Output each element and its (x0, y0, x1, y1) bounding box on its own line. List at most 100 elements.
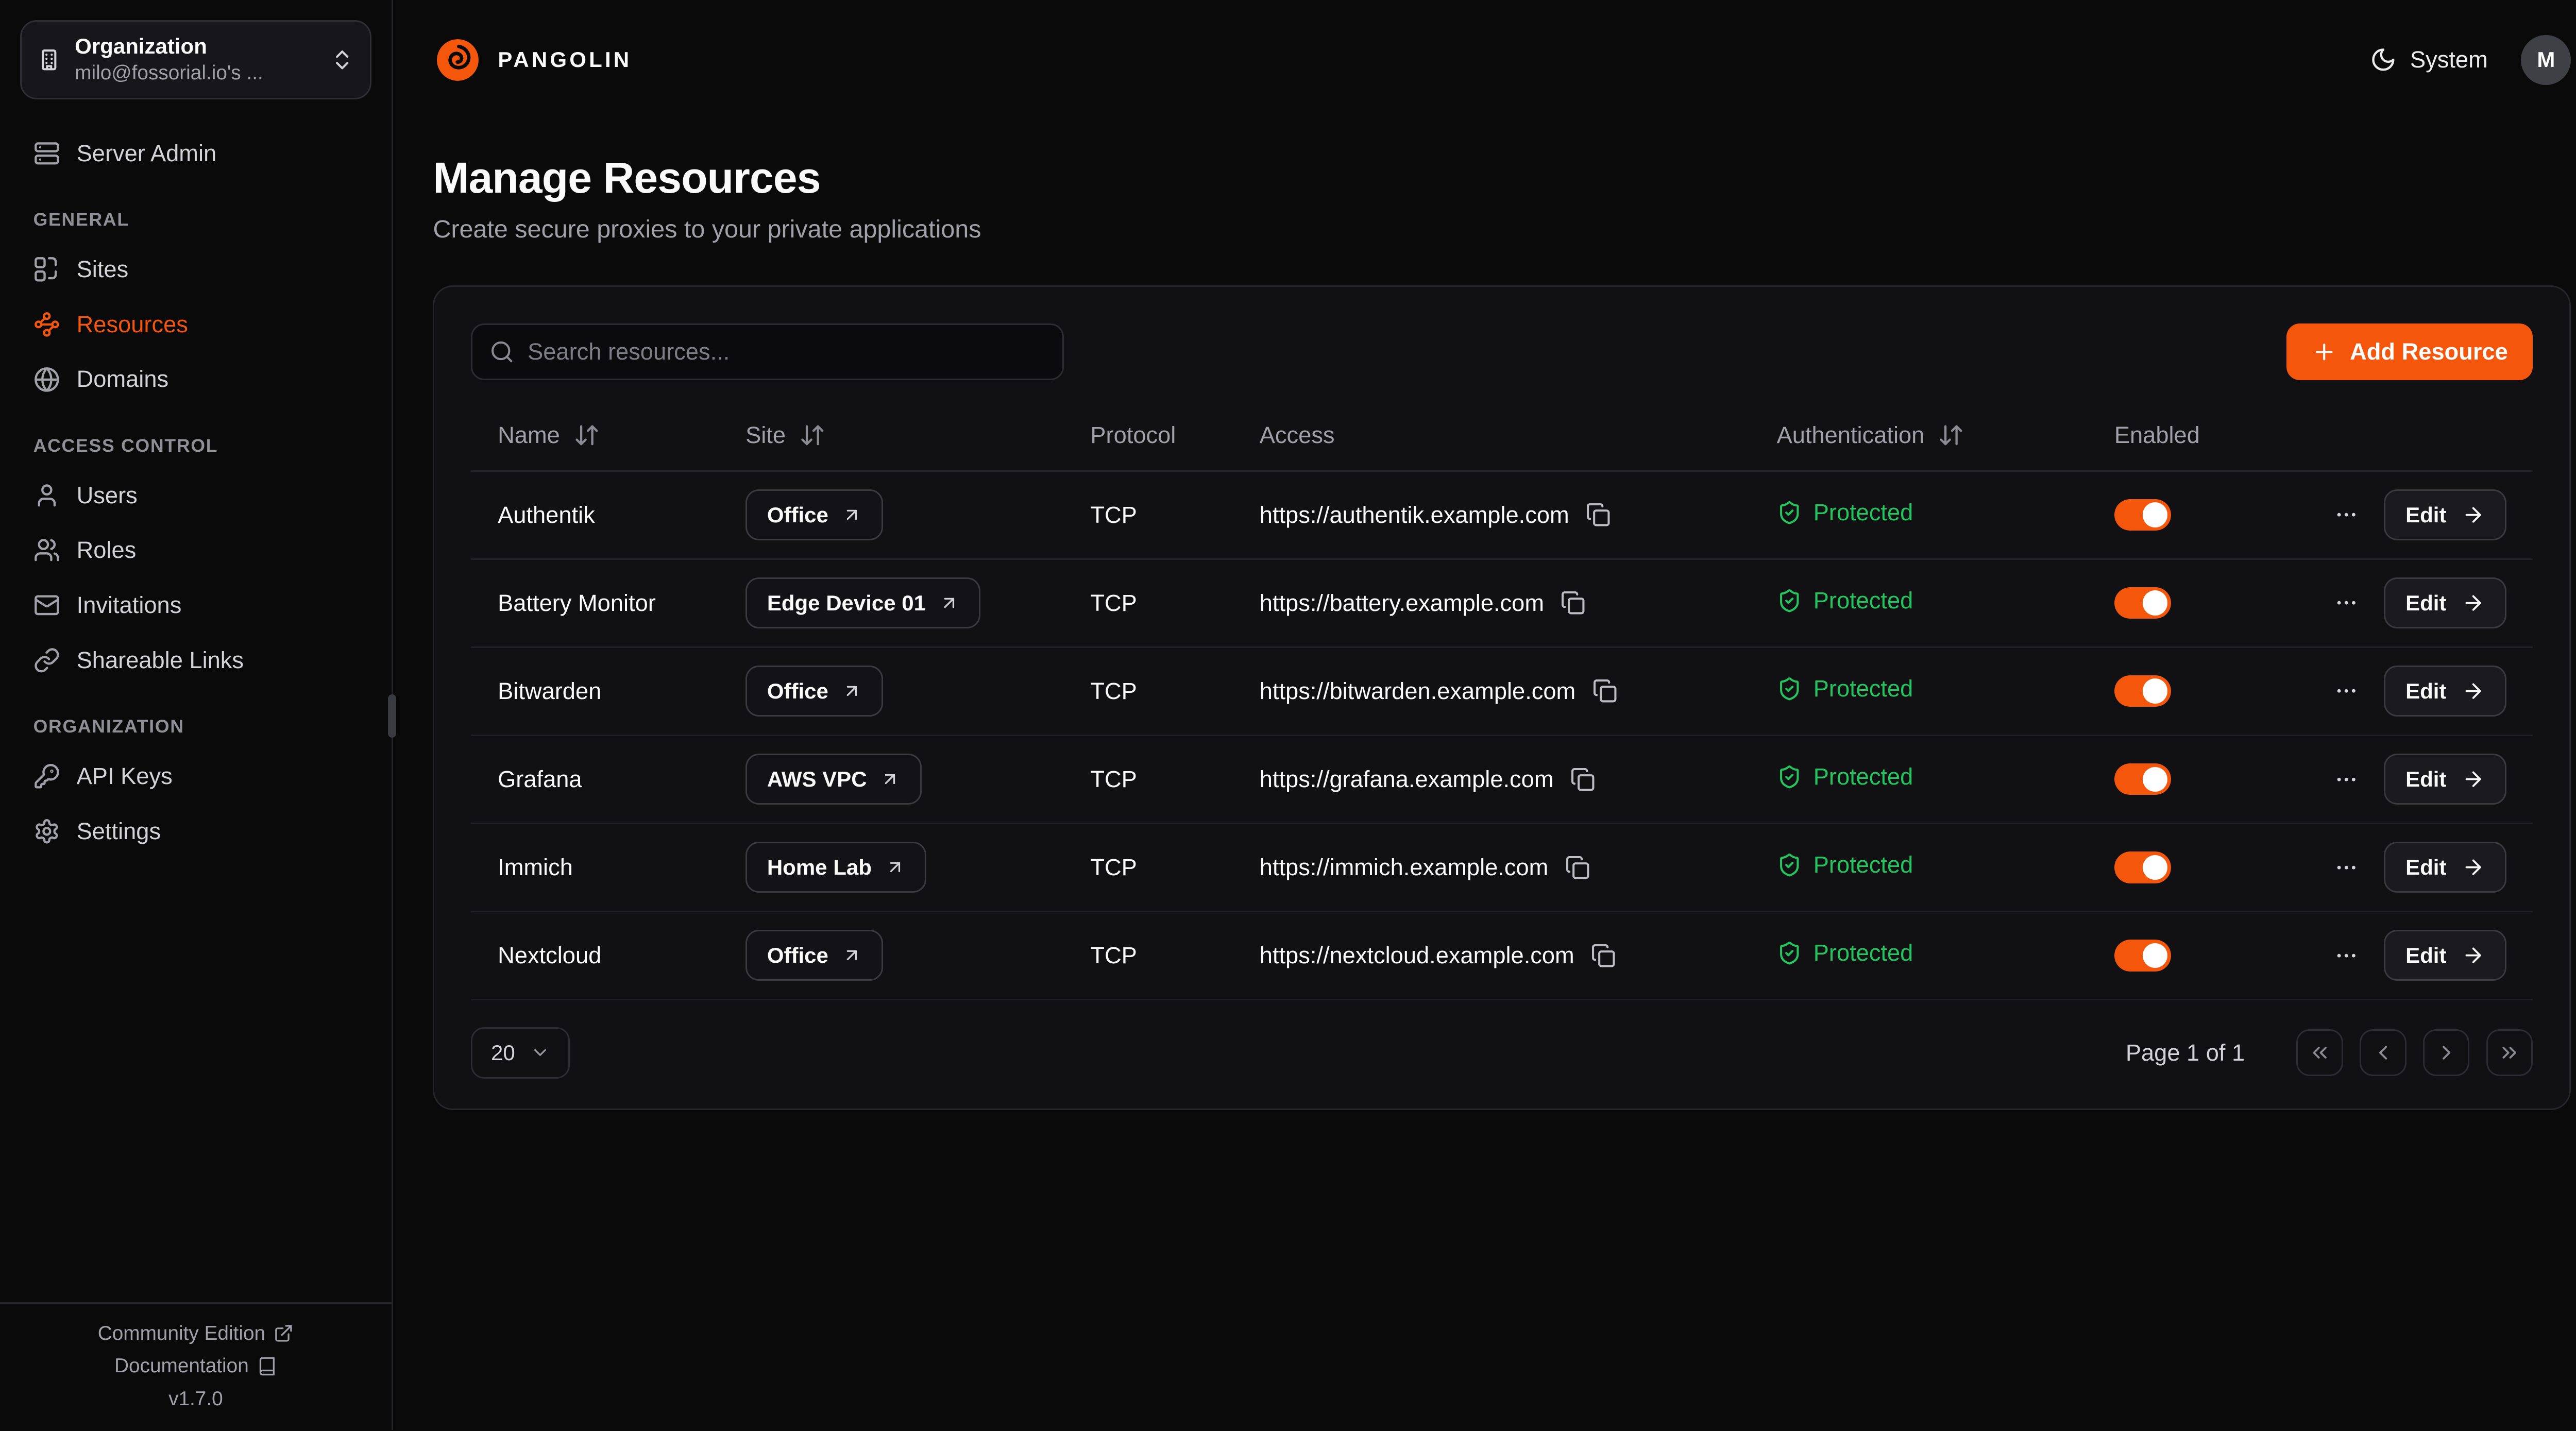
sidebar-resize-handle[interactable] (388, 694, 396, 738)
row-menu-button[interactable] (2331, 587, 2362, 619)
auth-status: Protected (1777, 675, 1913, 702)
ellipsis-icon (2334, 502, 2359, 527)
shield-check-icon (1777, 853, 1802, 877)
enabled-toggle[interactable] (2114, 763, 2171, 795)
sidebar-item-domains[interactable]: Domains (20, 352, 371, 407)
ellipsis-icon (2334, 678, 2359, 703)
copy-url-button[interactable] (1591, 943, 1616, 968)
column-header-protocol: Protocol (1090, 422, 1176, 448)
topbar-right: System M (2370, 35, 2571, 85)
site-link-button[interactable]: Office (745, 666, 883, 717)
edit-button[interactable]: Edit (2384, 489, 2506, 540)
copy-url-button[interactable] (1586, 502, 1611, 527)
arrow-right-icon (2462, 944, 2485, 967)
sidebar-item-resources[interactable]: Resources (20, 297, 371, 352)
sidebar-item-sites[interactable]: Sites (20, 242, 371, 297)
community-edition-link[interactable]: Community Edition (98, 1322, 294, 1345)
first-page-button[interactable] (2296, 1029, 2343, 1076)
copy-icon (1565, 855, 1590, 880)
theme-toggle-button[interactable]: System (2370, 46, 2487, 73)
search-box (471, 323, 1064, 380)
access-url: https://nextcloud.example.com (1260, 942, 1574, 969)
site-link-button[interactable]: Office (745, 489, 883, 540)
sidebar-item-label: Server Admin (77, 140, 217, 167)
edit-button[interactable]: Edit (2384, 577, 2506, 628)
chevrons-up-down-icon (330, 47, 354, 72)
edit-button[interactable]: Edit (2384, 842, 2506, 893)
enabled-toggle[interactable] (2114, 587, 2171, 619)
documentation-link[interactable]: Documentation (114, 1355, 277, 1377)
gear-icon (33, 818, 60, 845)
page-size-value: 20 (491, 1041, 515, 1065)
row-menu-button[interactable] (2331, 940, 2362, 971)
sidebar-item-roles[interactable]: Roles (20, 523, 371, 578)
edit-label: Edit (2405, 679, 2446, 704)
table-footer: 20 Page 1 of 1 (471, 1027, 2533, 1079)
page-size-select[interactable]: 20 (471, 1027, 570, 1079)
edit-button[interactable]: Edit (2384, 666, 2506, 717)
table-row: Immich Home Lab TCP https://immich.examp… (471, 823, 2533, 911)
site-link-button[interactable]: Office (745, 930, 883, 981)
edit-label: Edit (2405, 943, 2446, 968)
edit-label: Edit (2405, 855, 2446, 880)
next-page-button[interactable] (2423, 1029, 2469, 1076)
sidebar-item-invitations[interactable]: Invitations (20, 578, 371, 633)
site-name: Office (767, 679, 828, 704)
enabled-toggle[interactable] (2114, 851, 2171, 883)
copy-url-button[interactable] (1565, 855, 1590, 880)
sidebar-item-api-keys[interactable]: API Keys (20, 749, 371, 804)
org-selector[interactable]: Organization milo@fossorial.io's ... (20, 20, 371, 99)
sidebar-item-label: Sites (77, 256, 129, 283)
version-label: v1.7.0 (168, 1388, 223, 1410)
edit-button[interactable]: Edit (2384, 754, 2506, 805)
previous-page-button[interactable] (2360, 1029, 2406, 1076)
copy-url-button[interactable] (1592, 678, 1617, 703)
row-menu-button[interactable] (2331, 851, 2362, 883)
sidebar-item-server-admin[interactable]: Server Admin (20, 126, 371, 181)
link-icon (33, 647, 60, 674)
site-link-button[interactable]: Home Lab (745, 842, 926, 893)
sort-by-site-button[interactable]: Site (745, 422, 826, 449)
brand-name: PANGOLIN (498, 47, 632, 72)
site-link-button[interactable]: AWS VPC (745, 754, 922, 805)
row-menu-button[interactable] (2331, 763, 2362, 795)
row-menu-button[interactable] (2331, 499, 2362, 531)
arrow-right-icon (2462, 591, 2485, 615)
access-url: https://battery.example.com (1260, 590, 1544, 617)
community-edition-label: Community Edition (98, 1322, 265, 1345)
search-input[interactable] (471, 323, 1064, 380)
sidebar-item-users[interactable]: Users (20, 468, 371, 523)
sidebar-item-settings[interactable]: Settings (20, 804, 371, 859)
resource-name: Bitwarden (498, 678, 601, 704)
documentation-label: Documentation (114, 1355, 249, 1377)
auth-status: Protected (1777, 763, 1913, 790)
enabled-toggle[interactable] (2114, 940, 2171, 971)
row-menu-button[interactable] (2331, 675, 2362, 707)
arrow-up-right-icon (939, 593, 959, 613)
sort-by-authentication-button[interactable]: Authentication (1777, 422, 1964, 449)
auth-status: Protected (1777, 940, 1913, 966)
copy-url-button[interactable] (1561, 590, 1585, 615)
sidebar-item-shareable-links[interactable]: Shareable Links (20, 633, 371, 688)
resource-name: Grafana (498, 766, 582, 792)
ellipsis-icon (2334, 767, 2359, 792)
server-icon (33, 140, 60, 167)
sort-by-name-button[interactable]: Name (498, 422, 600, 449)
copy-url-button[interactable] (1570, 767, 1595, 792)
resource-name: Nextcloud (498, 942, 601, 968)
enabled-toggle[interactable] (2114, 675, 2171, 707)
arrow-right-icon (2462, 768, 2485, 791)
toggle-knob (2143, 590, 2167, 615)
shield-check-icon (1777, 941, 1802, 965)
avatar[interactable]: M (2521, 35, 2571, 85)
site-link-button[interactable]: Edge Device 01 (745, 577, 980, 628)
sidebar-item-label: API Keys (77, 763, 173, 790)
site-name: Home Lab (767, 855, 872, 880)
chevron-left-icon (2371, 1041, 2395, 1064)
column-header-site: Site (745, 422, 786, 449)
enabled-toggle[interactable] (2114, 499, 2171, 531)
last-page-button[interactable] (2486, 1029, 2533, 1076)
copy-icon (1591, 943, 1616, 968)
edit-button[interactable]: Edit (2384, 930, 2506, 981)
add-resource-button[interactable]: Add Resource (2286, 323, 2533, 380)
